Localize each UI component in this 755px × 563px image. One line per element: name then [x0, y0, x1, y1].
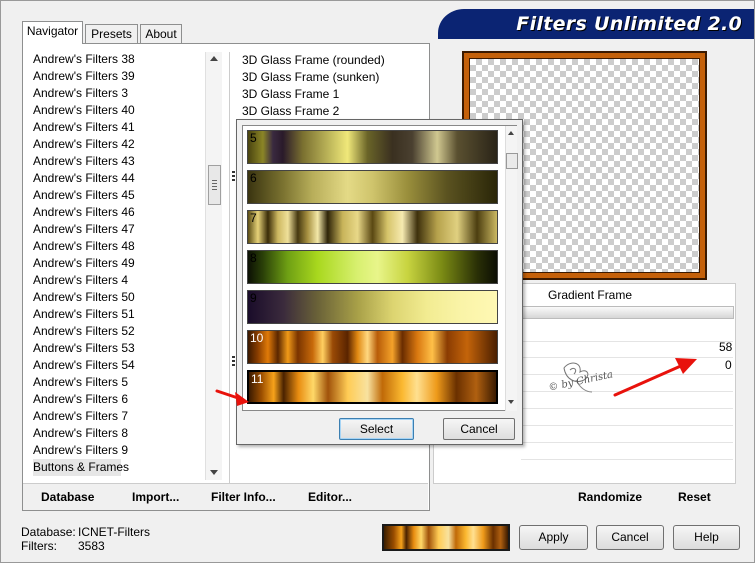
param-value-1[interactable]: 58: [719, 340, 732, 354]
gradient-swatch[interactable]: 8: [247, 250, 498, 284]
drag-handle-icon: [232, 356, 235, 366]
gradient-swatch[interactable]: 7: [247, 210, 498, 244]
filter-name-label: Gradient Frame: [548, 288, 633, 302]
scroll-down-arrow-icon[interactable]: [210, 470, 218, 475]
database-button[interactable]: Database: [41, 490, 94, 504]
database-value: ICNET-Filters: [78, 525, 150, 539]
swatch-number: 10: [250, 331, 264, 345]
swatch-number: 6: [250, 171, 257, 185]
randomize-button[interactable]: Randomize: [578, 490, 642, 504]
app-title-banner: Filters Unlimited 2.0: [438, 9, 754, 39]
category-item[interactable]: Buttons & Frames: [33, 459, 129, 476]
filter-list[interactable]: 3D Glass Frame (rounded) 3D Glass Frame (…: [242, 52, 422, 120]
right-button-bar: Randomize Reset: [433, 483, 736, 510]
gradient-swatch[interactable]: 9: [247, 290, 498, 324]
swatch-number: 11: [251, 372, 264, 386]
scrollbar-thumb[interactable]: [208, 165, 221, 205]
editor-button[interactable]: Editor...: [308, 490, 352, 504]
category-list[interactable]: Andrew's Filters 38 Andrew's Filters 39 An…: [33, 51, 205, 476]
category-item[interactable]: Andrew's Filters 42: [33, 136, 205, 153]
left-button-bar: Database Import... Filter Info... Editor…: [23, 483, 428, 510]
category-item[interactable]: Andrew's Filters 7: [33, 408, 205, 425]
filters-count: 3583: [78, 539, 105, 553]
category-item[interactable]: Andrew's Filters 51: [33, 306, 205, 323]
param-value-2[interactable]: 0: [725, 358, 732, 372]
category-item[interactable]: Andrew's Filters 9: [33, 442, 205, 459]
scroll-down-arrow-icon[interactable]: [508, 400, 514, 404]
category-item[interactable]: Andrew's Filters 5: [33, 374, 205, 391]
filter-item[interactable]: 3D Glass Frame 2: [242, 103, 422, 120]
filter-info-button[interactable]: Filter Info...: [211, 490, 276, 504]
category-item[interactable]: Andrew's Filters 4: [33, 272, 205, 289]
gradient-list[interactable]: 5 6 7 8 9 10 11: [242, 125, 518, 411]
swatch-number: 8: [250, 251, 257, 265]
gradient-preview-swatch[interactable]: [382, 524, 510, 551]
apply-button[interactable]: Apply: [519, 525, 588, 550]
filter-item[interactable]: 3D Glass Frame (sunken): [242, 69, 422, 86]
reset-button[interactable]: Reset: [678, 490, 711, 504]
filters-label: Filters:: [21, 539, 57, 553]
scrollbar-thumb[interactable]: [506, 153, 518, 169]
watermark-logo: © by Christa: [546, 358, 616, 406]
tab-about[interactable]: About: [140, 24, 182, 44]
category-item[interactable]: Andrew's Filters 47: [33, 221, 205, 238]
swatch-number: 9: [250, 291, 257, 305]
red-arrow-annotation-icon: [215, 389, 249, 406]
category-item[interactable]: Andrew's Filters 53: [33, 340, 205, 357]
gradient-swatch[interactable]: 11: [246, 369, 499, 405]
gradient-swatch[interactable]: 5: [247, 130, 498, 164]
category-item[interactable]: Andrew's Filters 3: [33, 85, 205, 102]
filter-item[interactable]: 3D Glass Frame (rounded): [242, 52, 422, 69]
category-item[interactable]: Andrew's Filters 38: [33, 51, 205, 68]
red-arrow-annotation-icon: [613, 358, 697, 397]
drag-handle-icon: [232, 171, 235, 181]
filter-item[interactable]: 3D Glass Frame 1: [242, 86, 422, 103]
gradient-swatch[interactable]: 10: [247, 330, 498, 364]
category-item[interactable]: Andrew's Filters 43: [33, 153, 205, 170]
scroll-up-arrow-icon[interactable]: [210, 56, 218, 61]
list-divider: [229, 52, 230, 484]
category-item[interactable]: Andrew's Filters 49: [33, 255, 205, 272]
swatch-number: 7: [250, 211, 257, 225]
category-item[interactable]: Andrew's Filters 45: [33, 187, 205, 204]
category-item[interactable]: Andrew's Filters 50: [33, 289, 205, 306]
category-scrollbar[interactable]: [205, 52, 222, 480]
category-item[interactable]: Andrew's Filters 8: [33, 425, 205, 442]
import-button[interactable]: Import...: [132, 490, 179, 504]
help-button[interactable]: Help: [673, 525, 740, 550]
status-footer: Database: ICNET-Filters Filters: 3583: [21, 525, 150, 553]
gradient-scrollbar[interactable]: [505, 126, 518, 411]
category-item[interactable]: Andrew's Filters 52: [33, 323, 205, 340]
category-item[interactable]: Andrew's Filters 6: [33, 391, 205, 408]
scroll-up-arrow-icon[interactable]: [508, 131, 514, 135]
cancel-button[interactable]: Cancel: [596, 525, 664, 550]
swatch-number: 5: [250, 131, 257, 145]
category-item[interactable]: Andrew's Filters 48: [33, 238, 205, 255]
category-item[interactable]: Andrew's Filters 41: [33, 119, 205, 136]
category-item[interactable]: Andrew's Filters 44: [33, 170, 205, 187]
category-item[interactable]: Andrew's Filters 40: [33, 102, 205, 119]
gradient-swatch[interactable]: 6: [247, 170, 498, 204]
category-item[interactable]: Andrew's Filters 46: [33, 204, 205, 221]
category-item[interactable]: Andrew's Filters 54: [33, 357, 205, 374]
gradient-selector-popup: 5 6 7 8 9 10 11 Select Cancel: [236, 119, 523, 445]
filters-unlimited-window: Filters Unlimited 2.0 Navigator Presets …: [0, 0, 755, 563]
tab-presets[interactable]: Presets: [85, 24, 138, 44]
popup-cancel-button[interactable]: Cancel: [443, 418, 515, 440]
tab-navigator[interactable]: Navigator: [22, 21, 83, 44]
category-item[interactable]: Andrew's Filters 39: [33, 68, 205, 85]
select-button[interactable]: Select: [339, 418, 414, 440]
database-label: Database:: [21, 525, 76, 539]
